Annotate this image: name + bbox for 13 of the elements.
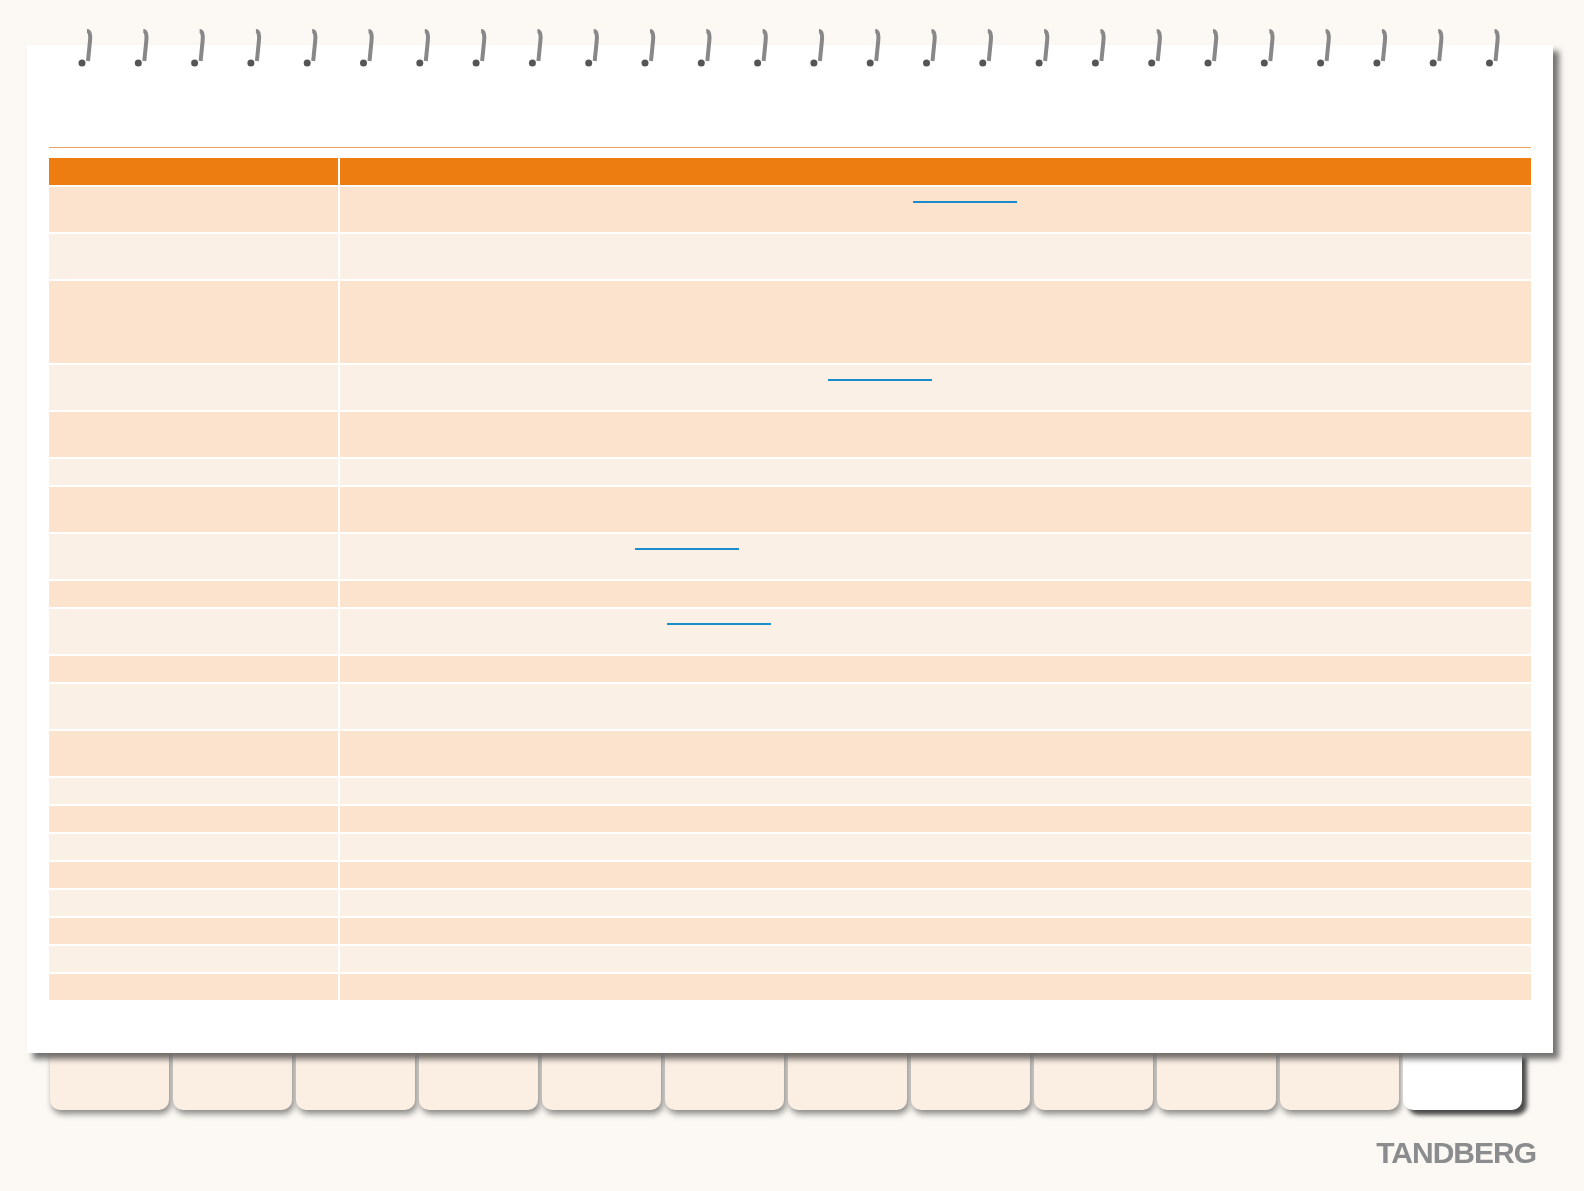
section-tab[interactable]: [50, 1053, 169, 1110]
section-tab[interactable]: [788, 1053, 907, 1110]
section-tab[interactable]: [1280, 1053, 1399, 1110]
section-tab[interactable]: [296, 1053, 415, 1110]
section-tab[interactable]: [1034, 1053, 1153, 1110]
section-tab[interactable]: [1157, 1053, 1276, 1110]
section-tab[interactable]: [1403, 1053, 1522, 1110]
logo: TANDBERG: [1375, 1138, 1537, 1168]
section-tab[interactable]: [911, 1053, 1030, 1110]
section-tab[interactable]: [665, 1053, 784, 1110]
section-tab[interactable]: [542, 1053, 661, 1110]
section-tab[interactable]: [419, 1053, 538, 1110]
section-tab[interactable]: [173, 1053, 292, 1110]
